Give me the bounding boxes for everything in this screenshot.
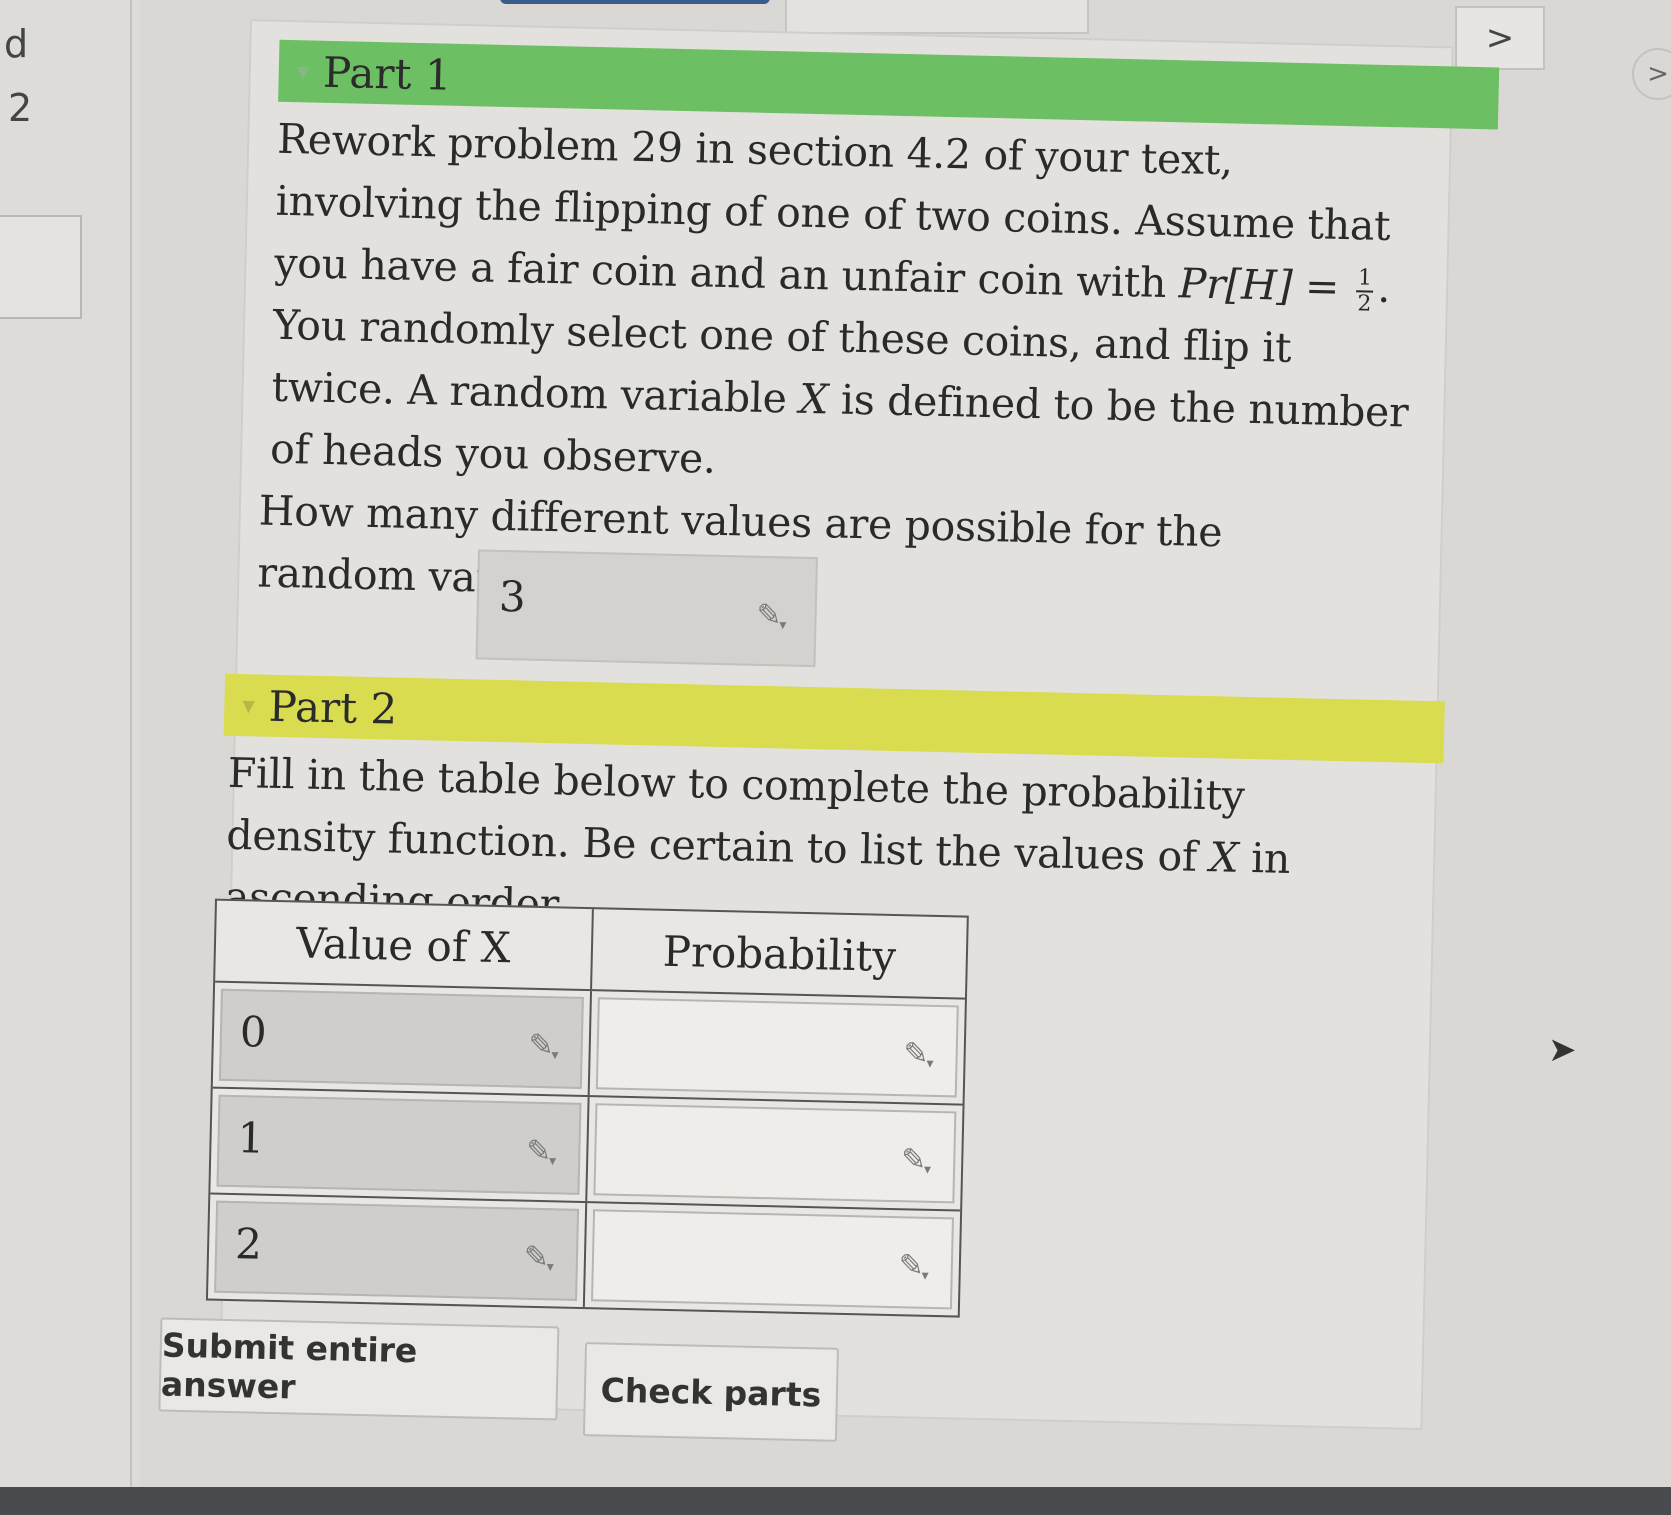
collapse-caret-icon[interactable]: ▼ [242,696,255,715]
submit-entire-answer-button[interactable]: Submit entire answer [158,1317,560,1421]
dropdown-arrow-icon: ▾ [546,1259,554,1276]
pencil-glyph: ✎ [525,1133,552,1170]
frame-divider [130,0,132,1515]
pencil-glyph: ✎ [756,597,782,634]
pencil-icon[interactable]: ✎▾ [901,1142,932,1178]
table-row: 1 ✎▾ ✎▾ [210,1088,963,1212]
probability-input-0[interactable]: ✎▾ [595,997,959,1098]
value-cell: 0 ✎▾ [213,983,590,1095]
pencil-icon[interactable]: ✎▾ [523,1240,554,1276]
left-letter: d [4,22,29,66]
left-number: 2 [8,86,33,130]
value-input-0[interactable]: 0 ✎▾ [218,988,584,1089]
part2-title: Part 2 [268,681,398,734]
pencil-icon[interactable]: ✎▾ [903,1036,934,1072]
dropdown-arrow-icon: ▾ [926,1055,934,1072]
var-x: X [798,374,829,424]
probability-input-1[interactable]: ✎▾ [593,1103,957,1204]
pencil-glyph: ✎ [900,1142,927,1178]
value-cell: 2 ✎▾ [208,1195,585,1307]
probability-cell: ✎▾ [585,1097,963,1210]
pencil-glyph: ✎ [528,1027,555,1064]
probability-input-2[interactable]: ✎▾ [590,1209,954,1310]
value-text: 2 [234,1219,263,1269]
pencil-icon[interactable]: ✎▾ [898,1248,929,1284]
pencil-glyph: ✎ [898,1248,925,1284]
fraction: 12 [1355,265,1374,317]
value-text: 0 [239,1007,268,1057]
dropdown-arrow-icon: ▾ [551,1047,559,1064]
answer-value: 3 [498,571,527,622]
check-parts-button[interactable]: Check parts [582,1342,839,1442]
pencil-icon[interactable]: ✎▾ [756,598,787,634]
pencil-icon[interactable]: ✎▾ [528,1028,559,1064]
pencil-glyph: ✎ [523,1239,550,1276]
math-pr-h: Pr[H] = [1178,259,1353,312]
column-header-probability: Probability [590,909,967,998]
problem-text: Rework problem 29 in section 4.2 of your… [270,108,1428,506]
value-input-2[interactable]: 2 ✎▾ [214,1200,580,1301]
part1-title: Part 1 [322,47,453,100]
left-page-strip: d 2 [0,0,140,1515]
dropdown-arrow-icon: ▾ [923,1161,932,1178]
circle-next-label: > [1647,59,1669,89]
instruction-text-a: Fill in the table below to complete the … [225,748,1246,882]
value-text: 1 [237,1113,265,1163]
answer-input[interactable]: 3 ✎▾ [475,549,818,668]
value-cell: 1 ✎▾ [210,1089,587,1201]
mouse-cursor-icon: ➤ [1548,1030,1577,1070]
probability-cell: ✎▾ [587,991,965,1104]
circle-next-button[interactable]: > [1632,48,1671,100]
table-row: 0 ✎▾ ✎▾ [212,982,965,1106]
fraction-denominator: 2 [1357,290,1372,317]
column-header-value: Value of X [295,917,512,972]
probability-cell: ✎▾ [582,1203,961,1316]
top-tab[interactable] [500,0,770,4]
value-input-1[interactable]: 1 ✎▾ [216,1094,582,1195]
bottom-bar [0,1487,1671,1515]
top-box[interactable] [785,0,1089,34]
table-row: 2 ✎▾ ✎▾ [208,1195,961,1316]
fraction-numerator: 1 [1355,265,1374,293]
pdf-table: Value of X Probability 0 ✎▾ ✎▾ 1 ✎▾ ✎▾ 2… [205,898,969,1318]
question-card: ▼ Part 1 Rework problem 29 in section 4.… [158,18,1500,1447]
pencil-icon[interactable]: ✎▾ [526,1134,557,1170]
dropdown-arrow-icon: ▾ [921,1267,929,1284]
dropdown-arrow-icon: ▾ [779,617,787,634]
instruction-var-x: X [1209,833,1240,882]
dropdown-arrow-icon: ▾ [548,1153,557,1170]
collapse-caret-icon[interactable]: ▼ [297,62,310,81]
left-box [0,215,82,319]
pencil-glyph: ✎ [903,1036,930,1072]
